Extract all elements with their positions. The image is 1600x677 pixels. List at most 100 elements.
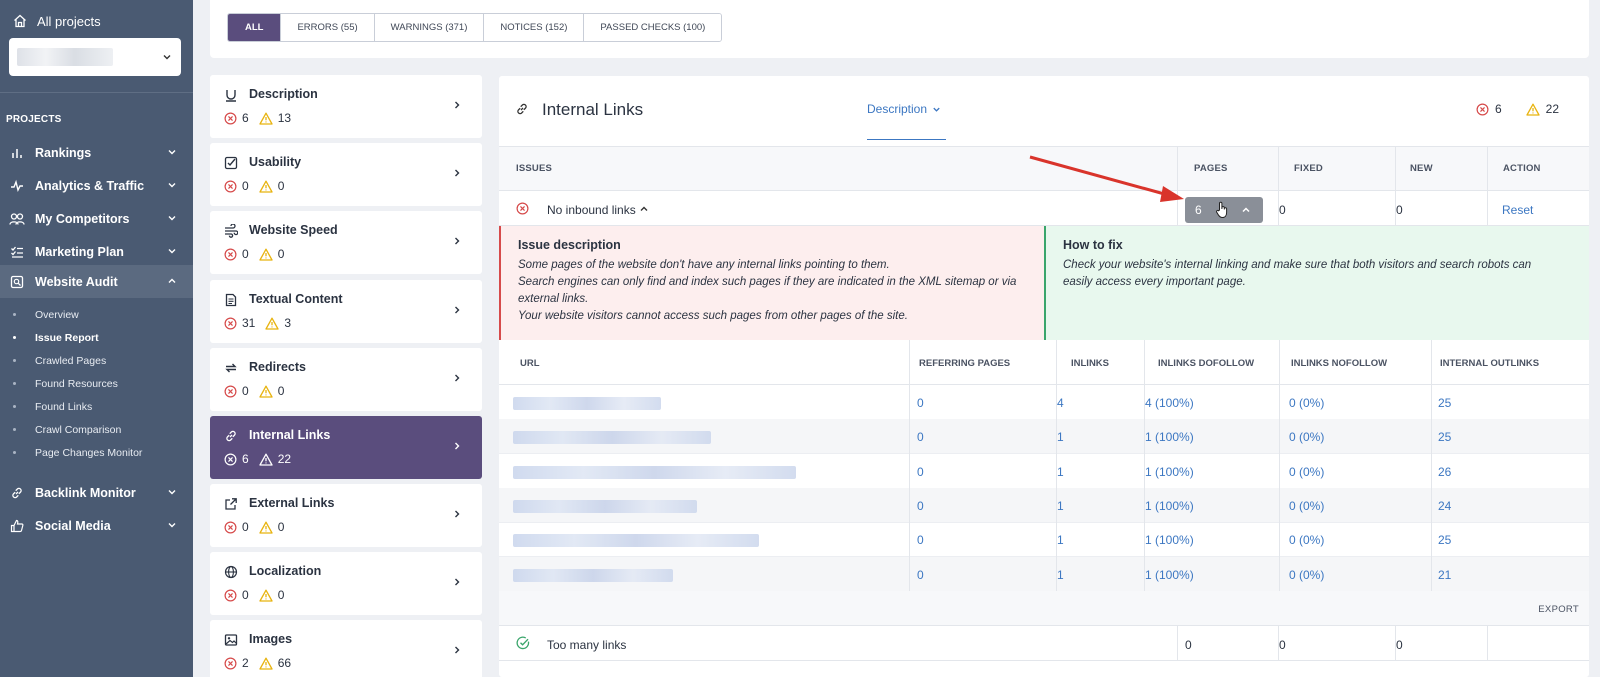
inlinks-nofollow-value[interactable]: 0 (0%) xyxy=(1289,430,1324,444)
category-localization[interactable]: Localization 0 0 xyxy=(210,552,482,615)
chevron-up-icon[interactable] xyxy=(639,204,649,214)
inlinks-dofollow-value[interactable]: 4 (100%) xyxy=(1145,396,1194,410)
sidebar-sub-page-changes-monitor[interactable]: Page Changes Monitor xyxy=(0,441,193,464)
error-count: 0 xyxy=(242,520,249,534)
inlinks-nofollow-value[interactable]: 0 (0%) xyxy=(1289,533,1324,547)
referring-pages-value[interactable]: 0 xyxy=(917,568,924,582)
sidebar-sub-found-links[interactable]: Found Links xyxy=(0,395,193,418)
chevron-right-icon xyxy=(452,236,462,246)
sub-label: Found Links xyxy=(35,400,93,413)
sidebar-sub-overview[interactable]: Overview xyxy=(0,303,193,326)
category-external-links[interactable]: External Links 0 0 xyxy=(210,484,482,547)
url-redacted[interactable] xyxy=(513,568,673,582)
internal-outlinks-value[interactable]: 25 xyxy=(1438,430,1451,444)
category-name: Images xyxy=(249,632,293,646)
header-inlinks-dofollow: INLINKS DOFOLLOW xyxy=(1158,358,1255,369)
error-count: 0 xyxy=(242,247,249,261)
bullet-dot xyxy=(13,428,16,431)
referring-pages-value[interactable]: 0 xyxy=(917,430,924,444)
internal-outlinks-value[interactable]: 25 xyxy=(1438,396,1451,410)
chevron-right-icon xyxy=(452,577,462,587)
sidebar-item-marketing-plan[interactable]: Marketing Plan xyxy=(0,235,193,268)
warning-count: 0 xyxy=(277,520,285,534)
category-website-speed[interactable]: Website Speed 0 0 xyxy=(210,211,482,274)
inlinks-nofollow-value[interactable]: 0 (0%) xyxy=(1289,499,1324,513)
sidebar-sub-issue-report[interactable]: Issue Report xyxy=(0,326,193,349)
page-title: Internal Links xyxy=(542,100,644,119)
internal-outlinks-value[interactable]: 24 xyxy=(1438,499,1451,513)
issue-row-no-inbound-links[interactable]: No inbound links 6 0 0 Reset xyxy=(499,191,1589,226)
category-name: External Links xyxy=(249,496,335,510)
warning-icon xyxy=(1525,103,1540,116)
globe-icon xyxy=(224,565,238,579)
sidebar-item-label: Rankings xyxy=(35,145,92,160)
error-count: 0 xyxy=(242,384,249,398)
filter-notices[interactable]: NOTICES (152) xyxy=(483,14,584,41)
issue-filter-tabs: ALL ERRORS (55) WARNINGS (371) NOTICES (… xyxy=(227,13,723,42)
sidebar-item-rankings[interactable]: Rankings xyxy=(0,136,193,169)
sidebar-item-analytics[interactable]: Analytics & Traffic xyxy=(0,169,193,202)
all-projects-link[interactable]: All projects xyxy=(13,12,101,30)
sidebar-item-backlink-monitor[interactable]: Backlink Monitor xyxy=(0,476,193,509)
inlinks-dofollow-value[interactable]: 1 (100%) xyxy=(1145,465,1194,479)
table-row: 0 4 4 (100%) 0 (0%) 25 xyxy=(499,385,1589,420)
category-images[interactable]: Images 2 66 xyxy=(210,620,482,677)
filter-warnings[interactable]: WARNINGS (371) xyxy=(373,14,484,41)
inlinks-value[interactable]: 1 xyxy=(1057,533,1064,547)
sidebar-item-competitors[interactable]: My Competitors xyxy=(0,202,193,235)
inlinks-value[interactable]: 1 xyxy=(1057,465,1064,479)
internal-outlinks-value[interactable]: 25 xyxy=(1438,533,1451,547)
how-to-fix-title: How to fix xyxy=(1063,238,1123,252)
fixed-count: 0 xyxy=(1279,638,1286,652)
sidebar-sub-found-resources[interactable]: Found Resources xyxy=(0,372,193,395)
filter-errors[interactable]: ERRORS (55) xyxy=(280,14,374,41)
referring-pages-value[interactable]: 0 xyxy=(917,499,924,513)
url-redacted[interactable] xyxy=(513,397,661,410)
inlinks-nofollow-value[interactable]: 0 (0%) xyxy=(1289,465,1324,479)
category-redirects[interactable]: Redirects 0 0 xyxy=(210,348,482,411)
internal-outlinks-value[interactable]: 21 xyxy=(1438,568,1451,582)
url-redacted[interactable] xyxy=(513,534,759,548)
category-counts: 00 xyxy=(224,384,294,398)
inlinks-nofollow-value[interactable]: 0 (0%) xyxy=(1289,396,1324,410)
inlinks-nofollow-value[interactable]: 0 (0%) xyxy=(1289,568,1324,582)
inlinks-dofollow-value[interactable]: 1 (100%) xyxy=(1145,430,1194,444)
referring-pages-value[interactable]: 0 xyxy=(917,533,924,547)
sidebar-sub-crawled-pages[interactable]: Crawled Pages xyxy=(0,349,193,372)
export-button[interactable]: EXPORT xyxy=(1538,604,1579,615)
inlinks-dofollow-value[interactable]: 1 (100%) xyxy=(1145,568,1194,582)
category-usability[interactable]: Usability 0 0 xyxy=(210,143,482,206)
url-redacted[interactable] xyxy=(513,465,796,479)
inlinks-value[interactable]: 4 xyxy=(1057,396,1064,410)
category-internal-links[interactable]: Internal Links 6 22 xyxy=(210,416,482,479)
referring-pages-value[interactable]: 0 xyxy=(917,396,924,410)
error-count: 0 xyxy=(242,179,249,193)
url-redacted[interactable] xyxy=(513,431,711,445)
inlinks-value[interactable]: 1 xyxy=(1057,568,1064,582)
sidebar-item-social-media[interactable]: Social Media xyxy=(0,509,193,542)
reset-link[interactable]: Reset xyxy=(1502,203,1533,217)
project-select[interactable] xyxy=(9,38,181,76)
referring-pages-value[interactable]: 0 xyxy=(917,465,924,479)
category-textual-content[interactable]: Textual Content 31 3 xyxy=(210,280,482,343)
pages-toggle-button[interactable]: 6 xyxy=(1185,197,1263,223)
header-inlinks: INLINKS xyxy=(1071,358,1109,369)
bullet-dot xyxy=(13,382,16,385)
internal-outlinks-value[interactable]: 26 xyxy=(1438,465,1451,479)
filter-all[interactable]: ALL xyxy=(228,14,281,41)
category-description[interactable]: Description 6 13 xyxy=(210,75,482,138)
sidebar-item-website-audit[interactable]: Website Audit xyxy=(0,265,193,298)
checklist-icon xyxy=(9,244,25,260)
inlinks-value[interactable]: 1 xyxy=(1057,430,1064,444)
description-line: Some pages of the website don't have any… xyxy=(518,259,890,271)
sidebar-sub-crawl-comparison[interactable]: Crawl Comparison xyxy=(0,418,193,441)
inlinks-dofollow-value[interactable]: 1 (100%) xyxy=(1145,533,1194,547)
description-dropdown[interactable]: Description xyxy=(867,102,941,116)
inlinks-dofollow-value[interactable]: 1 (100%) xyxy=(1145,499,1194,513)
bullet-dot xyxy=(13,451,16,454)
filter-passed-checks[interactable]: PASSED CHECKS (100) xyxy=(583,14,722,41)
issue-row-too-many-links[interactable]: Too many links 0 0 0 xyxy=(499,626,1589,661)
url-redacted[interactable] xyxy=(513,499,697,513)
inlinks-value[interactable]: 1 xyxy=(1057,499,1064,513)
warning-count: 3 xyxy=(284,316,292,330)
